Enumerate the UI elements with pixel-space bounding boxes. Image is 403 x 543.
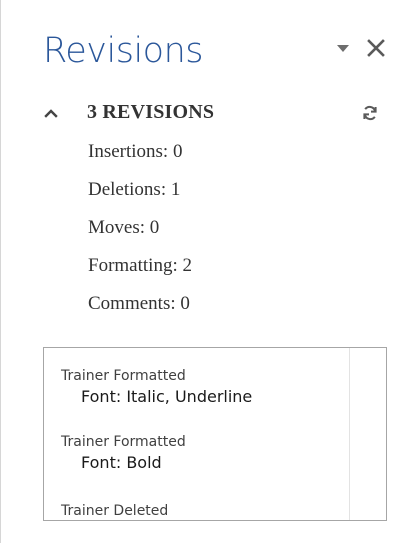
revision-item[interactable]: Trainer Deleted [61, 502, 168, 520]
revision-author: Trainer Formatted [61, 434, 186, 450]
revisions-pane: Revisions 3 REVISIONS Insertions: 0 Dele… [0, 0, 403, 543]
refresh-icon [363, 105, 377, 121]
revision-detail: Font: Italic, Underline [81, 387, 253, 406]
list-divider [349, 348, 350, 520]
chevron-up-icon [44, 109, 58, 118]
stat-comments: Comments: 0 [88, 293, 190, 314]
revision-item[interactable]: Trainer Formatted Font: Italic, Underlin… [61, 367, 252, 407]
refresh-button[interactable] [361, 104, 379, 122]
stat-insertions: Insertions: 0 [88, 141, 183, 162]
revision-stats-list: Insertions: 0 Deletions: 1 Moves: 0 Form… [88, 140, 192, 330]
dropdown-triangle-icon [337, 45, 349, 52]
pane-title: Revisions [43, 31, 204, 71]
pane-options-button[interactable] [336, 42, 350, 54]
stat-deletions: Deletions: 1 [88, 179, 181, 200]
revisions-count-title: 3 REVISIONS [87, 101, 215, 123]
close-icon [367, 39, 385, 57]
revision-author: Trainer Formatted [61, 368, 186, 384]
summary-header: 3 REVISIONS [43, 101, 388, 127]
revisions-list[interactable]: Trainer Formatted Font: Italic, Underlin… [43, 347, 387, 521]
close-button[interactable] [365, 37, 387, 59]
stat-formatting: Formatting: 2 [88, 255, 192, 276]
revision-author: Trainer Deleted [61, 503, 169, 519]
stat-moves: Moves: 0 [88, 217, 160, 238]
revision-item[interactable]: Trainer Formatted Font: Bold [61, 433, 186, 473]
collapse-summary-button[interactable] [43, 107, 59, 119]
revision-detail: Font: Bold [81, 453, 162, 472]
